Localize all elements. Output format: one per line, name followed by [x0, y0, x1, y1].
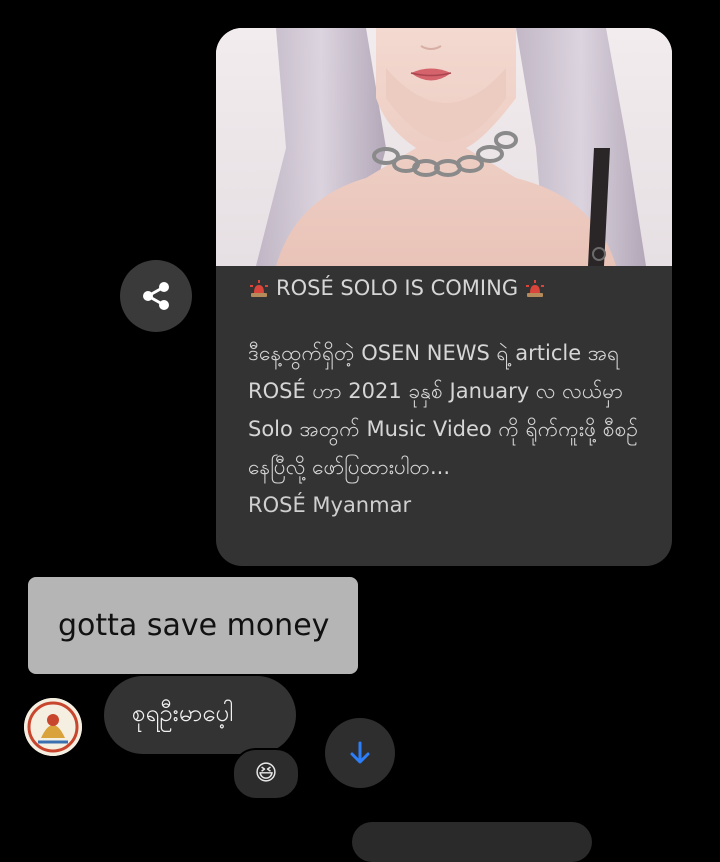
avatar-image	[24, 698, 82, 756]
shared-post-title-row: ROSÉ SOLO IS COMING	[248, 274, 672, 302]
shared-post-image[interactable]	[216, 28, 672, 266]
rotating-light-icon	[250, 280, 268, 297]
portrait-photo	[216, 28, 672, 266]
arrow-down-icon	[350, 741, 370, 764]
reply-bubble[interactable]: စုရဦးမာပေ့ါ	[104, 676, 296, 754]
reply-text: စုရဦးမာပေ့ါ	[132, 699, 234, 727]
shared-post-description: ဒီနေ့ထွက်ရှိတဲ့ OSEN NEWS ရဲ့ article အရ…	[248, 341, 639, 479]
rotating-light-icon	[526, 280, 545, 297]
reaction-badge[interactable]: 😆	[232, 748, 300, 800]
avatar[interactable]	[24, 698, 82, 756]
message-bubble[interactable]: gotta save money	[28, 577, 358, 674]
grinning-squinting-face-icon: 😆	[254, 761, 278, 786]
shared-post-title: ROSÉ SOLO IS COMING	[276, 276, 519, 300]
scroll-down-button[interactable]	[325, 718, 395, 788]
shared-post-card[interactable]: ROSÉ SOLO IS COMING ဒီနေ့ထွက်ရှိတဲ့ OSEN…	[216, 28, 672, 566]
message-text: gotta save money	[58, 608, 330, 643]
bottom-partial-bubble	[352, 822, 592, 862]
share-icon	[143, 282, 169, 310]
shared-post-source: ROSÉ Myanmar	[248, 493, 412, 517]
share-button[interactable]	[120, 260, 192, 332]
